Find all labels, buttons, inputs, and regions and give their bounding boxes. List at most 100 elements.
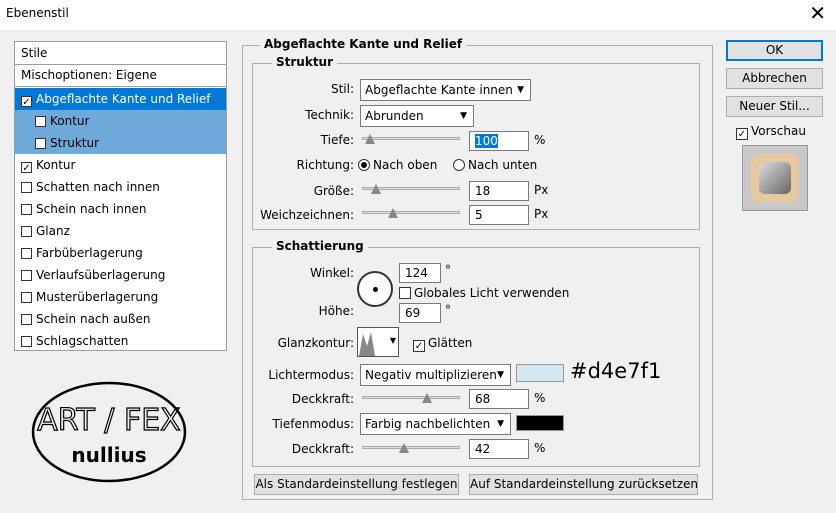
styles-list: Stile Mischoptionen: Eigene ✓ Abgeflachte…: [14, 41, 227, 351]
direction-down-label: Nach unten: [468, 158, 538, 172]
shadow-color-swatch[interactable]: [516, 415, 564, 431]
style-preview-thumbnail: [742, 145, 808, 211]
style-item-color-overlay[interactable]: Farbüberlagerung: [15, 242, 226, 264]
size-input[interactable]: 18: [469, 181, 529, 201]
style-item-gradient-overlay[interactable]: Verlaufsüberlagerung: [15, 264, 226, 286]
gloss-contour-picker[interactable]: ▼: [357, 327, 399, 357]
checkbox-icon[interactable]: [21, 314, 32, 325]
slider-thumb[interactable]: [371, 184, 381, 194]
checkbox-icon[interactable]: [21, 336, 32, 347]
highlight-opacity-unit: %: [534, 391, 546, 405]
preview-shape: [759, 162, 791, 194]
depth-unit: %: [534, 133, 546, 147]
radio-off-icon[interactable]: [453, 159, 465, 171]
depth-input[interactable]: 100: [469, 131, 529, 151]
structure-title: Struktur: [272, 55, 338, 69]
style-item-label: Kontur: [50, 114, 90, 128]
style-item-label: Schlagschatten: [36, 334, 129, 348]
global-light-checkbox[interactable]: Globales Licht verwenden: [399, 286, 569, 300]
slider-track: [362, 396, 460, 399]
technique-dropdown[interactable]: Abrunden ▼: [360, 105, 474, 127]
cancel-button[interactable]: Abbrechen: [726, 68, 823, 89]
reset-default-button[interactable]: Auf Standardeinstellung zurücksetzen: [469, 474, 698, 495]
checkbox-icon[interactable]: ✓: [736, 128, 748, 140]
angle-dial[interactable]: [357, 271, 393, 307]
size-slider[interactable]: [362, 184, 460, 196]
style-label: Stil:: [330, 82, 354, 96]
altitude-input[interactable]: 69: [399, 303, 441, 323]
chevron-down-icon: ▼: [497, 370, 504, 380]
checkbox-icon[interactable]: [21, 204, 32, 215]
soften-value: 5: [475, 208, 483, 222]
gloss-contour-label: Glanzkontur:: [277, 336, 354, 350]
style-item-outer-glow[interactable]: Schein nach außen: [15, 308, 226, 330]
new-style-button[interactable]: Neuer Stil...: [726, 96, 823, 117]
direction-up-radio[interactable]: Nach oben: [358, 158, 437, 172]
checkbox-icon[interactable]: [21, 182, 32, 193]
style-item-satin[interactable]: Glanz: [15, 220, 226, 242]
altitude-unit: °: [445, 303, 451, 317]
preview-checkbox[interactable]: ✓ Vorschau: [736, 124, 806, 140]
contour-graph-icon: [359, 332, 375, 356]
style-item-pattern-overlay[interactable]: Musterüberlagerung: [15, 286, 226, 308]
logo-text-top: ART / FEX: [37, 403, 180, 438]
direction-down-radio[interactable]: Nach unten: [453, 158, 537, 172]
checkbox-icon[interactable]: ✓: [413, 340, 425, 352]
style-item-bevel-emboss[interactable]: ✓ Abgeflachte Kante und Relief: [15, 88, 226, 110]
soften-slider[interactable]: [362, 208, 460, 220]
style-item-label: Schein nach außen: [36, 312, 151, 326]
depth-slider[interactable]: [362, 134, 460, 146]
slider-thumb[interactable]: [399, 443, 409, 453]
angle-input[interactable]: 124: [399, 263, 441, 283]
style-item-contour-sub[interactable]: Kontur: [15, 110, 226, 132]
artfex-logo: ART / FEX nullius: [30, 380, 188, 484]
highlight-mode-label: Lichtermodus:: [268, 368, 354, 382]
style-item-texture[interactable]: Struktur: [15, 132, 226, 154]
slider-thumb[interactable]: [422, 393, 432, 403]
soften-label: Weichzeichnen:: [260, 208, 354, 222]
style-item-stroke[interactable]: ✓ Kontur: [15, 154, 226, 176]
checkbox-icon[interactable]: [35, 116, 46, 127]
chevron-down-icon: ▼: [460, 111, 467, 121]
highlight-opacity-input[interactable]: 68: [469, 389, 529, 409]
ok-button[interactable]: OK: [726, 40, 823, 61]
shadow-opacity-input[interactable]: 42: [469, 439, 529, 459]
radio-on-icon[interactable]: [358, 159, 370, 171]
technique-dropdown-value: Abrunden: [365, 109, 424, 123]
style-item-label: Verlaufsüberlagerung: [36, 268, 166, 282]
styles-header[interactable]: Stile: [15, 42, 226, 64]
technique-label: Technik:: [305, 108, 354, 122]
style-dropdown[interactable]: Abgeflachte Kante innen ▼: [360, 79, 531, 101]
shadow-opacity-slider[interactable]: [362, 443, 460, 455]
style-item-inner-shadow[interactable]: Schatten nach innen: [15, 176, 226, 198]
make-default-button[interactable]: Als Standardeinstellung festlegen: [254, 474, 459, 495]
close-icon[interactable]: ✕: [809, 2, 826, 24]
shadow-mode-dropdown[interactable]: Farbig nachbelichten ▼: [360, 413, 511, 435]
highlight-opacity-slider[interactable]: [362, 393, 460, 405]
highlight-color-swatch[interactable]: [516, 364, 564, 382]
checkbox-icon[interactable]: ✓: [21, 162, 32, 174]
checkbox-icon[interactable]: ✓: [21, 96, 32, 108]
angle-value: 124: [405, 266, 428, 280]
direction-up-label: Nach oben: [373, 158, 438, 172]
slider-thumb[interactable]: [388, 208, 398, 218]
style-item-drop-shadow[interactable]: Schlagschatten: [15, 330, 226, 352]
checkbox-icon[interactable]: [21, 226, 32, 237]
angle-label: Winkel:: [310, 266, 354, 280]
checkbox-icon[interactable]: [21, 270, 32, 281]
checkbox-icon[interactable]: [21, 292, 32, 303]
global-light-label: Globales Licht verwenden: [414, 286, 570, 300]
preview-label: Vorschau: [751, 124, 806, 138]
antialias-checkbox[interactable]: ✓ Glätten: [413, 336, 472, 352]
section-title: Abgeflachte Kante und Relief: [260, 37, 467, 51]
style-item-inner-glow[interactable]: Schein nach innen: [15, 198, 226, 220]
checkbox-icon[interactable]: [399, 287, 411, 299]
blend-options-item[interactable]: Mischoptionen: Eigene: [15, 64, 226, 86]
checkbox-icon[interactable]: [21, 248, 32, 259]
checkbox-icon[interactable]: [35, 138, 46, 149]
slider-thumb[interactable]: [365, 134, 375, 144]
size-label: Größe:: [313, 184, 354, 198]
highlight-mode-dropdown[interactable]: Negativ multiplizieren ▼: [360, 364, 511, 386]
depth-label: Tiefe:: [320, 133, 354, 147]
soften-input[interactable]: 5: [469, 205, 529, 225]
